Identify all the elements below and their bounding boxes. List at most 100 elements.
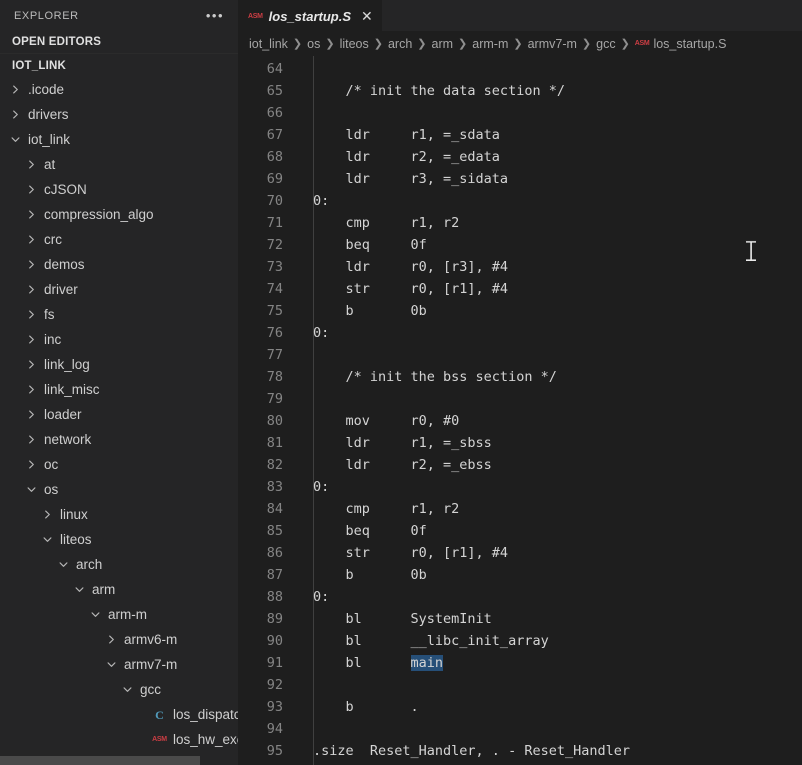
code-line-content[interactable]: 0: — [296, 193, 802, 209]
code-line-content[interactable]: ldr r0, [r3], #4 — [296, 259, 802, 275]
section-open-editors[interactable]: OPEN EDITORS — [0, 31, 238, 54]
tree-folder-inc[interactable]: inc — [0, 327, 238, 352]
tree-folder-driver[interactable]: driver — [0, 277, 238, 302]
tree-folder-armv6-m[interactable]: armv6-m — [0, 627, 238, 652]
tree-folder-arch[interactable]: arch — [0, 552, 238, 577]
code-line-content[interactable]: b 0b — [296, 567, 802, 583]
code-line-content[interactable]: str r0, [r1], #4 — [296, 281, 802, 297]
tab-los-startup-s[interactable]: ASM los_startup.S ✕ — [238, 0, 382, 31]
code-line[interactable]: 70 0: — [238, 190, 802, 212]
code-line-content[interactable]: 0: — [296, 589, 802, 605]
tree-folder-linux[interactable]: linux — [0, 502, 238, 527]
code-line[interactable]: 91 bl main — [238, 652, 802, 674]
code-line-content[interactable]: 0: — [296, 479, 802, 495]
code-line-content[interactable]: 0: — [296, 325, 802, 341]
breadcrumb-item-los-startup-s[interactable]: los_startup.S — [653, 37, 726, 51]
breadcrumb-item-os[interactable]: os — [307, 37, 320, 51]
tree-folder-oc[interactable]: oc — [0, 452, 238, 477]
tree-folder-iot-link[interactable]: iot_link — [0, 127, 238, 152]
code-line-content[interactable]: ldr r1, =_sdata — [296, 127, 802, 143]
code-line[interactable]: 69 ldr r3, =_sidata — [238, 168, 802, 190]
code-line-content[interactable]: b 0b — [296, 303, 802, 319]
code-line[interactable]: 87 b 0b — [238, 564, 802, 586]
section-workspace-root[interactable]: IOT_LINK — [0, 54, 238, 77]
tree-folder-gcc[interactable]: gcc — [0, 677, 238, 702]
code-line[interactable]: 79 — [238, 388, 802, 410]
code-line[interactable]: 81 ldr r1, =_sbss — [238, 432, 802, 454]
code-line[interactable]: 94 — [238, 718, 802, 740]
code-line[interactable]: 86 str r0, [r1], #4 — [238, 542, 802, 564]
tree-folder--icode[interactable]: .icode — [0, 77, 238, 102]
code-line-content[interactable]: mov r0, #0 — [296, 413, 802, 429]
code-line[interactable]: 93 b . — [238, 696, 802, 718]
tree-folder-loader[interactable]: loader — [0, 402, 238, 427]
code-line[interactable]: 90 bl __libc_init_array — [238, 630, 802, 652]
code-line-content[interactable]: bl SystemInit — [296, 611, 802, 627]
code-line[interactable]: 85 beq 0f — [238, 520, 802, 542]
tree-folder-liteos[interactable]: liteos — [0, 527, 238, 552]
tree-folder-arm-m[interactable]: arm-m — [0, 602, 238, 627]
code-line[interactable]: 67 ldr r1, =_sdata — [238, 124, 802, 146]
sidebar-horizontal-scrollbar[interactable] — [0, 756, 238, 765]
code-line[interactable]: 76 0: — [238, 322, 802, 344]
breadcrumb-item-arch[interactable]: arch — [388, 37, 412, 51]
code-line-content[interactable]: beq 0f — [296, 523, 802, 539]
breadcrumb-item-liteos[interactable]: liteos — [340, 37, 369, 51]
tree-folder-cjson[interactable]: cJSON — [0, 177, 238, 202]
code-line-content[interactable]: cmp r1, r2 — [296, 215, 802, 231]
code-line[interactable]: 72 beq 0f — [238, 234, 802, 256]
code-line-content[interactable]: ldr r1, =_sbss — [296, 435, 802, 451]
breadcrumb-item-gcc[interactable]: gcc — [596, 37, 615, 51]
close-icon[interactable]: ✕ — [361, 9, 373, 23]
code-line-content[interactable]: cmp r1, r2 — [296, 501, 802, 517]
tree-folder-link-log[interactable]: link_log — [0, 352, 238, 377]
tree-folder-at[interactable]: at — [0, 152, 238, 177]
code-line-content[interactable]: /* init the data section */ — [296, 83, 802, 99]
tree-folder-demos[interactable]: demos — [0, 252, 238, 277]
code-line[interactable]: 64 — [238, 58, 802, 80]
code-line[interactable]: 78 /* init the bss section */ — [238, 366, 802, 388]
code-line[interactable]: 65 /* init the data section */ — [238, 80, 802, 102]
tree-folder-armv7-m[interactable]: armv7-m — [0, 652, 238, 677]
tree-folder-os[interactable]: os — [0, 477, 238, 502]
tree-folder-arm[interactable]: arm — [0, 577, 238, 602]
tree-folder-compression-algo[interactable]: compression_algo — [0, 202, 238, 227]
code-line-content[interactable]: str r0, [r1], #4 — [296, 545, 802, 561]
code-line[interactable]: 82 ldr r2, =_ebss — [238, 454, 802, 476]
code-line[interactable]: 88 0: — [238, 586, 802, 608]
tree-folder-fs[interactable]: fs — [0, 302, 238, 327]
code-line[interactable]: 95 .size Reset_Handler, . - Reset_Handler — [238, 740, 802, 762]
code-line-content[interactable]: ldr r3, =_sidata — [296, 171, 802, 187]
tree-file-los-dispatch-c[interactable]: Clos_dispatch.c — [0, 702, 238, 727]
code-line-content[interactable]: b . — [296, 699, 802, 715]
tree-file-los-hw-exc-s[interactable]: ASM los_hw_exc.S — [0, 727, 238, 752]
code-line[interactable]: 83 0: — [238, 476, 802, 498]
code-line-content[interactable]: bl __libc_init_array — [296, 633, 802, 649]
code-line[interactable]: 80 mov r0, #0 — [238, 410, 802, 432]
scrollbar-thumb[interactable] — [0, 756, 200, 765]
code-line[interactable]: 71 cmp r1, r2 — [238, 212, 802, 234]
code-line[interactable]: 68 ldr r2, =_edata — [238, 146, 802, 168]
ellipsis-icon[interactable]: ••• — [206, 9, 224, 22]
breadcrumb-item-arm-m[interactable]: arm-m — [472, 37, 508, 51]
breadcrumb-item-iot-link[interactable]: iot_link — [249, 37, 288, 51]
code-line-content[interactable]: ldr r2, =_ebss — [296, 457, 802, 473]
code-line-content[interactable]: ldr r2, =_edata — [296, 149, 802, 165]
code-line-content[interactable]: beq 0f — [296, 237, 802, 253]
code-line[interactable]: 92 — [238, 674, 802, 696]
code-line[interactable]: 84 cmp r1, r2 — [238, 498, 802, 520]
code-line-content[interactable]: bl main — [296, 655, 802, 671]
code-line-content[interactable]: .size Reset_Handler, . - Reset_Handler — [296, 743, 802, 759]
code-line-content[interactable]: /* init the bss section */ — [296, 369, 802, 385]
code-line[interactable]: 77 — [238, 344, 802, 366]
code-line[interactable]: 66 — [238, 102, 802, 124]
code-line[interactable]: 89 bl SystemInit — [238, 608, 802, 630]
tree-folder-drivers[interactable]: drivers — [0, 102, 238, 127]
code-line[interactable]: 73 ldr r0, [r3], #4 — [238, 256, 802, 278]
code-line[interactable]: 74 str r0, [r1], #4 — [238, 278, 802, 300]
breadcrumb-item-arm[interactable]: arm — [432, 37, 454, 51]
tree-folder-crc[interactable]: crc — [0, 227, 238, 252]
tree-folder-network[interactable]: network — [0, 427, 238, 452]
breadcrumb-item-armv7-m[interactable]: armv7-m — [528, 37, 577, 51]
code-line[interactable]: 75 b 0b — [238, 300, 802, 322]
